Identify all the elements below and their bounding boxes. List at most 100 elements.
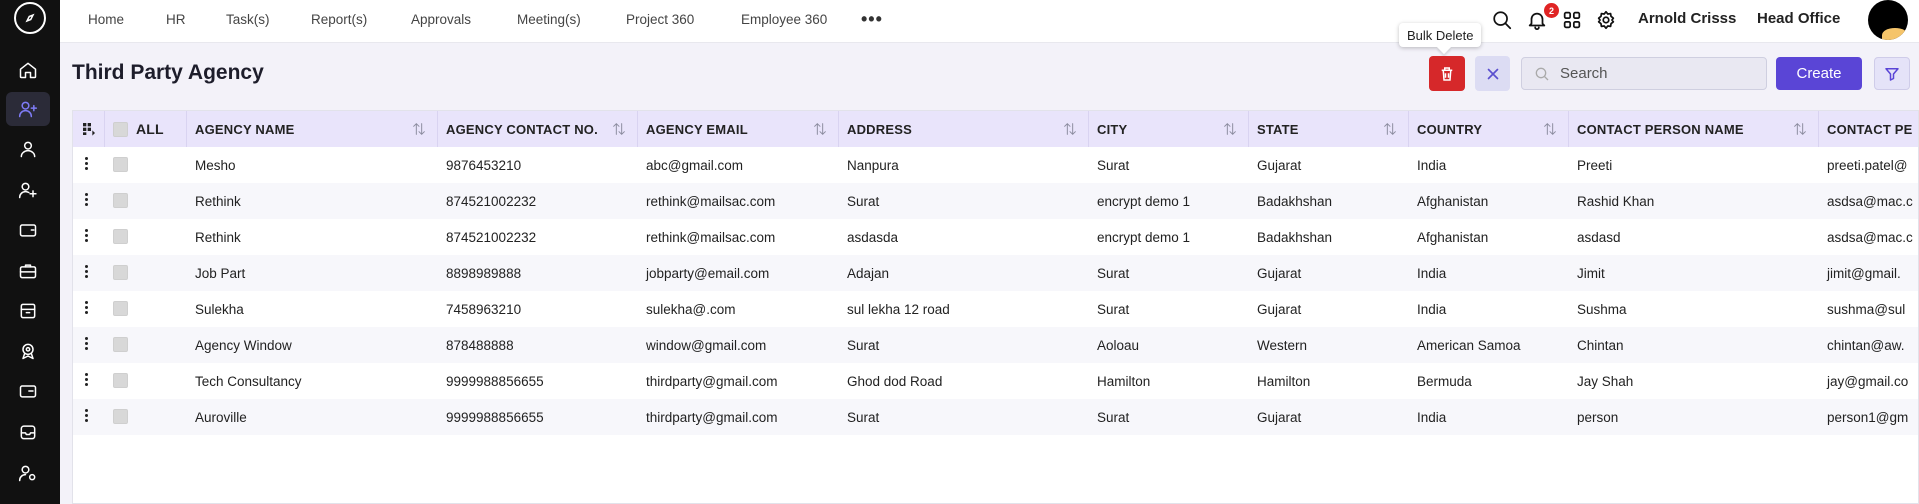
cell-city: Surat [1097, 265, 1130, 281]
search-icon[interactable] [1491, 9, 1513, 31]
table-row[interactable]: Auroville 9999988856655 thirdparty@gmail.c… [73, 399, 1918, 435]
sort-icon[interactable] [1792, 121, 1808, 137]
column-address[interactable]: ADDRESS [839, 111, 1089, 147]
table-header: ALL AGENCY NAME AGENCY CONTACT NO. AGENC… [73, 111, 1918, 147]
nav-project-360[interactable]: Project 360 [626, 12, 694, 27]
cell-agency-name: Rethink [195, 193, 241, 209]
nav-hr[interactable]: HR [166, 12, 186, 27]
sidebar-item-cards[interactable] [6, 374, 50, 408]
column-contact-person-name[interactable]: CONTACT PERSON NAME [1569, 111, 1819, 147]
table-row[interactable]: Mesho 9876453210 abc@gmail.com Nanpura Surat… [73, 147, 1918, 183]
cell-contact-person-email: jay@gmail.co [1827, 373, 1909, 389]
select-all-header[interactable]: ALL [105, 111, 187, 147]
cell-contact-person-email: person1@gm [1827, 409, 1909, 425]
user-icon [20, 141, 36, 158]
row-checkbox[interactable] [113, 265, 128, 280]
row-checkbox[interactable] [113, 373, 128, 388]
avatar[interactable] [1868, 0, 1908, 40]
column-agency-name[interactable]: AGENCY NAME [187, 111, 438, 147]
row-actions-icon[interactable] [85, 229, 89, 243]
row-checkbox[interactable] [113, 301, 128, 316]
column-agency-contact-no[interactable]: AGENCY CONTACT NO. [438, 111, 638, 147]
sidebar-item-home[interactable] [6, 53, 50, 87]
column-agency-email[interactable]: AGENCY EMAIL [638, 111, 839, 147]
sidebar-item-awards[interactable] [6, 334, 50, 368]
user-name[interactable]: Arnold Crisss [1638, 10, 1736, 27]
column-state[interactable]: STATE [1249, 111, 1409, 147]
sort-icon[interactable] [611, 121, 627, 137]
table-row[interactable]: Sulekha 7458963210 sulekha@.com sul lekha 1… [73, 291, 1918, 327]
cell-agency-contact-no: 874521002232 [446, 229, 537, 245]
cell-address: Ghod dod Road [847, 373, 943, 389]
cell-address: Surat [847, 337, 880, 353]
cell-state: Hamilton [1257, 373, 1311, 389]
row-checkbox[interactable] [113, 193, 128, 208]
cell-city: Surat [1097, 301, 1130, 317]
column-settings[interactable] [73, 111, 105, 147]
table-row[interactable]: Rethink 874521002232 rethink@mailsac.com as… [73, 219, 1918, 255]
row-actions-icon[interactable] [85, 337, 89, 351]
sidebar-item-assets[interactable] [6, 294, 50, 328]
compass-logo-icon[interactable] [14, 2, 46, 34]
filter-button[interactable] [1874, 57, 1910, 90]
cell-agency-name: Agency Window [195, 337, 292, 353]
sort-icon[interactable] [1062, 121, 1078, 137]
row-checkbox[interactable] [113, 337, 128, 352]
nav-approvals[interactable]: Approvals [411, 12, 471, 27]
nav-tasks[interactable]: Task(s) [226, 12, 270, 27]
row-actions-icon[interactable] [85, 157, 89, 171]
bulk-delete-button[interactable] [1429, 56, 1465, 91]
sidebar-item-settings[interactable] [6, 456, 50, 490]
sidebar-item-projects[interactable] [6, 254, 50, 288]
column-contact-person-email[interactable]: CONTACT PE [1819, 111, 1918, 147]
nav-meetings[interactable]: Meeting(s) [517, 12, 581, 27]
cell-contact-person-name: Jay Shah [1577, 373, 1634, 389]
sort-icon[interactable] [411, 121, 427, 137]
nav-home[interactable]: Home [88, 12, 124, 27]
users-plus-icon [18, 182, 37, 199]
row-checkbox[interactable] [113, 409, 128, 424]
sidebar-item-payroll[interactable] [6, 213, 50, 247]
branch-name[interactable]: Head Office [1757, 10, 1840, 27]
select-all-checkbox[interactable] [113, 121, 128, 137]
apps-grid-icon[interactable] [1561, 9, 1583, 31]
sidebar-item-employee[interactable] [6, 132, 50, 166]
cell-agency-email: rethink@mailsac.com [646, 229, 776, 245]
cell-country: India [1417, 409, 1447, 425]
nav-employee-360[interactable]: Employee 360 [741, 12, 827, 27]
table-row[interactable]: Tech Consultancy 9999988856655 thirdparty@… [73, 363, 1918, 399]
close-icon [1487, 68, 1498, 79]
nav-more-menu[interactable]: ••• [861, 9, 883, 30]
sidebar-item-recruit[interactable] [6, 173, 50, 207]
gear-icon[interactable] [1595, 9, 1617, 31]
column-city[interactable]: CITY [1089, 111, 1249, 147]
cell-address: Nanpura [847, 157, 899, 173]
row-checkbox[interactable] [113, 157, 128, 172]
search-input[interactable] [1560, 58, 1760, 89]
row-actions-icon[interactable] [85, 301, 89, 315]
table-row[interactable]: Job Part 8898989888 jobparty@email.com Adaj… [73, 255, 1918, 291]
row-actions-icon[interactable] [85, 373, 89, 387]
row-actions-icon[interactable] [85, 409, 89, 423]
sort-icon[interactable] [1382, 121, 1398, 137]
cell-contact-person-name: Preeti [1577, 157, 1613, 173]
cell-country: India [1417, 157, 1447, 173]
create-button[interactable]: Create [1776, 57, 1862, 90]
column-country[interactable]: COUNTRY [1409, 111, 1569, 147]
table-row[interactable]: Agency Window 878488888 window@gmail.com Su… [73, 327, 1918, 363]
cell-city: Surat [1097, 409, 1130, 425]
sidebar-item-agency[interactable] [6, 92, 50, 126]
sort-icon[interactable] [812, 121, 828, 137]
row-actions-icon[interactable] [85, 265, 89, 279]
table-row[interactable]: Rethink 874521002232 rethink@mailsac.com Su… [73, 183, 1918, 219]
cell-address: Surat [847, 409, 880, 425]
cell-country: Afghanistan [1417, 193, 1489, 209]
search-field[interactable] [1521, 57, 1767, 90]
row-actions-icon[interactable] [85, 193, 89, 207]
sort-icon[interactable] [1222, 121, 1238, 137]
sort-icon[interactable] [1542, 121, 1558, 137]
sidebar-item-inbox[interactable] [6, 415, 50, 449]
nav-reports[interactable]: Report(s) [311, 12, 367, 27]
cancel-selection-button[interactable] [1475, 56, 1510, 91]
row-checkbox[interactable] [113, 229, 128, 244]
